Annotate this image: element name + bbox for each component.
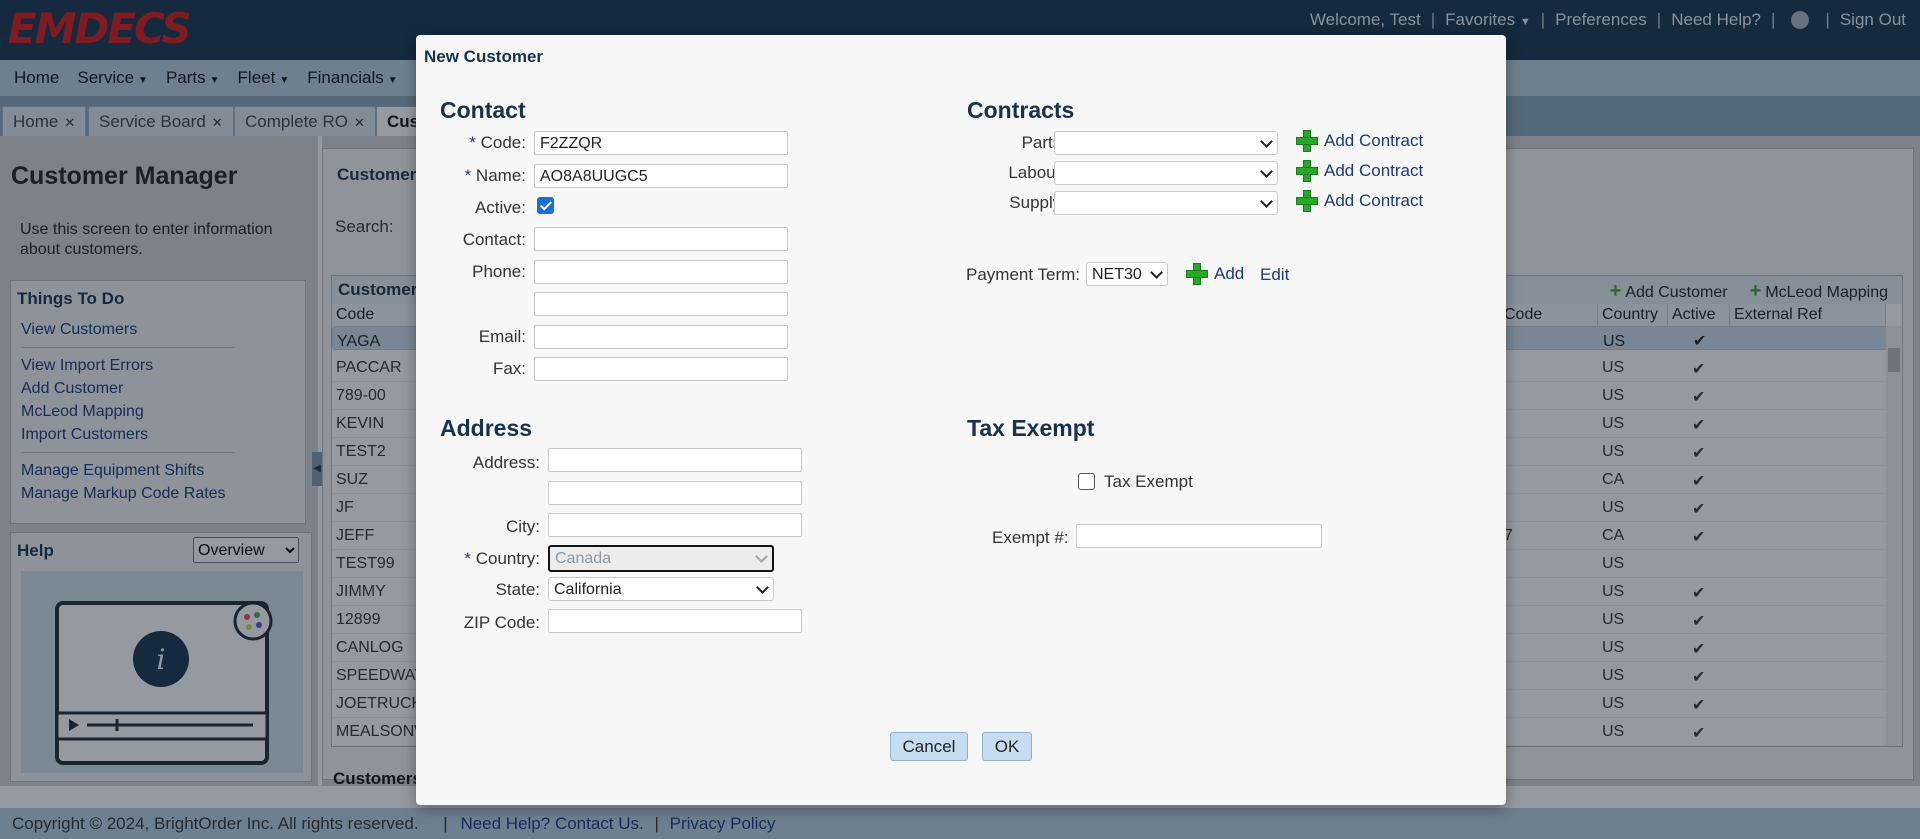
labour-label: Labour: [1008,163,1066,182]
state-label: State: [495,580,540,599]
phone-secondary-field[interactable] [534,292,788,316]
ok-button[interactable]: OK [982,732,1032,761]
add-label: Add [1214,264,1245,283]
add-contract-label: Add Contract [1324,161,1424,180]
name-field[interactable]: AO8A8UUGC5 [534,164,788,188]
add-payment-term-link[interactable]: Add [1186,263,1245,285]
city-label: City: [506,517,540,536]
country-label-text: Country: [475,549,540,568]
exempt-number-field[interactable] [1076,524,1322,548]
edit-payment-term-link[interactable]: Edit [1260,265,1289,285]
zip-code-field[interactable] [548,609,802,633]
supply-contract-select[interactable] [1054,191,1278,215]
plus-icon [1296,130,1318,152]
code-label: * Code: [469,133,526,152]
phone-field[interactable] [534,260,788,284]
state-value: California [554,581,622,598]
name-label-text: Name: [475,166,526,185]
tax-exempt-heading: Tax Exempt [967,415,1095,441]
exempt-number-label: Exempt #: [992,528,1069,547]
fax-label: Fax: [492,359,526,378]
plus-icon [1296,160,1318,182]
code-field[interactable]: F2ZZQR [534,131,788,155]
payment-term-select[interactable]: NET30 [1086,262,1168,286]
chevron-down-icon [1260,165,1273,178]
state-select[interactable]: California [548,577,774,601]
add-supply-contract-link[interactable]: Add Contract [1296,190,1424,212]
tax-exempt-checkbox[interactable] [1078,473,1095,490]
add-labour-contract-link[interactable]: Add Contract [1296,160,1424,182]
chevron-down-icon [755,550,768,563]
active-checkbox[interactable] [537,197,554,214]
payment-term-value: NET30 [1092,266,1142,283]
fax-field[interactable] [534,357,788,381]
contracts-heading: Contracts [967,97,1075,123]
chevron-down-icon [756,581,769,594]
city-field[interactable] [548,513,802,537]
plus-icon [1296,190,1318,212]
address-line2-field[interactable] [548,481,802,505]
add-contract-label: Add Contract [1324,131,1424,150]
country-label: * Country: [464,549,540,568]
payment-term-label: Payment Term: [966,265,1081,284]
address-heading: Address [440,415,533,441]
supply-label: Supply: [1009,193,1066,212]
add-contract-label: Add Contract [1324,191,1424,210]
parts-contract-select[interactable] [1054,131,1278,155]
country-value: Canada [555,550,612,567]
contact-heading: Contact [440,97,526,123]
parts-label: Parts: [1021,133,1066,152]
active-label: Active: [474,198,526,217]
add-parts-contract-link[interactable]: Add Contract [1296,130,1424,152]
chevron-down-icon [1260,195,1273,208]
address-label: Address: [472,453,540,472]
chevron-down-icon [1260,135,1273,148]
dialog-title: New Customer [424,47,544,66]
contact-field[interactable] [534,227,788,251]
contact-label: Contact: [462,230,526,249]
email-label: Email: [478,327,526,346]
labour-contract-select[interactable] [1054,161,1278,185]
name-label: * Name: [464,166,526,185]
zip-code-label: ZIP Code: [463,613,540,632]
cancel-button[interactable]: Cancel [890,732,968,761]
phone-label: Phone: [472,262,526,281]
chevron-down-icon [1150,266,1163,279]
plus-icon [1186,263,1208,285]
tax-exempt-checkbox-label[interactable]: Tax Exempt [1104,472,1193,492]
country-select[interactable]: Canada [548,545,774,572]
address-line1-field[interactable] [548,448,802,472]
new-customer-dialog: New Customer Contact * Code: F2ZZQR * Na… [416,35,1506,805]
code-label-text: Code: [480,133,526,152]
email-field[interactable] [534,325,788,349]
